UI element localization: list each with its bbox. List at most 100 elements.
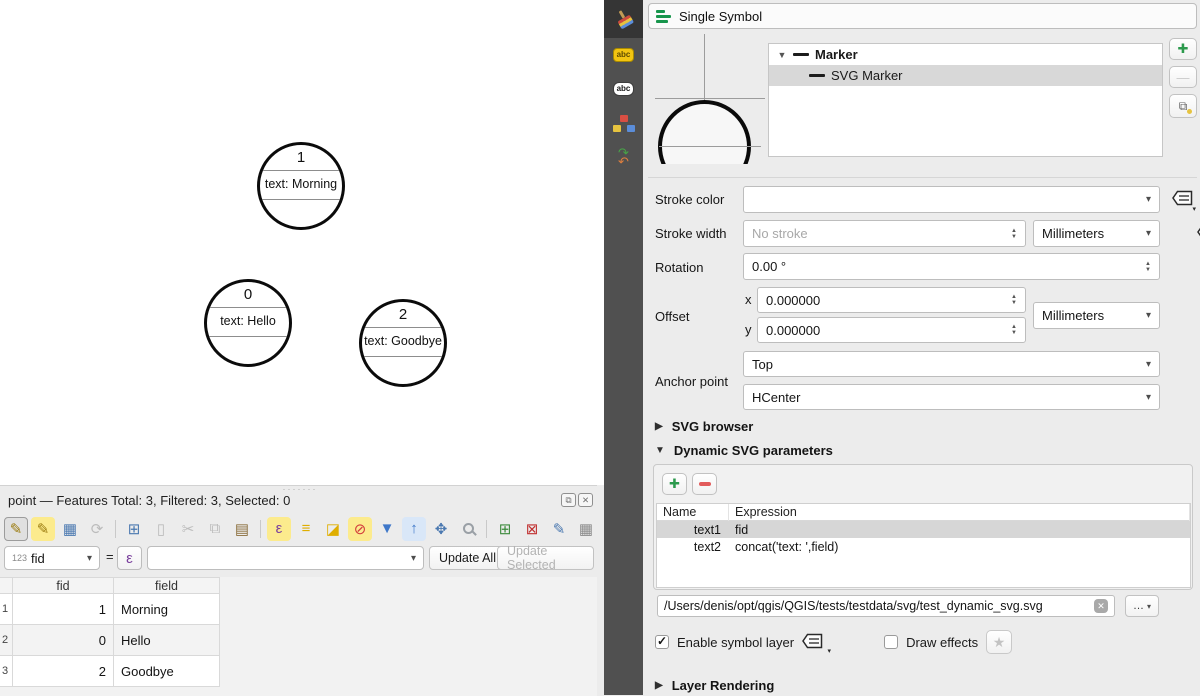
- map-canvas[interactable]: 1 text: Morning 0 text: Hello 2 text: Go…: [0, 0, 604, 485]
- anchor-horizontal-combo[interactable]: HCenter ▾: [743, 384, 1160, 410]
- browse-file-button[interactable]: … ▾: [1125, 595, 1159, 617]
- select-all-icon[interactable]: ≡: [294, 517, 318, 541]
- toolbar-separator: [115, 519, 116, 538]
- stroke-width-spinbox[interactable]: No stroke ▲ ▼: [743, 220, 1026, 247]
- update-selected-button: Update Selected: [497, 544, 594, 572]
- symbol-anchor-preview: [655, 34, 765, 164]
- delete-field-icon[interactable]: ⊠: [520, 517, 544, 541]
- duplicate-symbol-layer-button[interactable]: ⧉: [1169, 94, 1197, 118]
- undock-panel-icon[interactable]: ⧉: [561, 493, 576, 507]
- parameter-row[interactable]: text2 concat('text: ',field): [657, 538, 1190, 555]
- table-cell-field[interactable]: Morning: [114, 594, 220, 625]
- tree-item-svg-marker[interactable]: SVG Marker: [769, 65, 1162, 86]
- select-by-expression-icon[interactable]: ε: [267, 516, 291, 541]
- save-edits-icon[interactable]: ▦: [58, 517, 82, 541]
- offset-y-label: y: [745, 322, 752, 337]
- equals-label: =: [106, 549, 114, 564]
- expression-builder-button[interactable]: ε: [117, 546, 142, 570]
- tree-item-marker[interactable]: ▼ Marker: [769, 44, 1162, 65]
- parameter-row[interactable]: text1 fid: [657, 521, 1190, 538]
- add-feature-icon[interactable]: ⊞: [122, 517, 146, 541]
- layer-labels-tab[interactable]: abc: [604, 38, 643, 72]
- spinner-arrows-icon[interactable]: ▲ ▼: [1011, 228, 1017, 240]
- table-cell-field[interactable]: Hello: [114, 625, 220, 656]
- field-select-combo[interactable]: 123 fid ▾: [4, 546, 100, 570]
- data-defined-override-enable-layer[interactable]: [802, 633, 831, 655]
- row-number[interactable]: 1: [0, 594, 13, 625]
- table-cell-fid[interactable]: 2: [13, 656, 114, 687]
- dynamic-svg-parameters-section[interactable]: ▼ Dynamic SVG parameters: [655, 443, 833, 458]
- filter-form-icon[interactable]: ▼: [375, 517, 399, 541]
- paste-icon[interactable]: ▤: [230, 517, 254, 541]
- layer-symbology-tab[interactable]: [604, 0, 643, 38]
- add-symbol-layer-button[interactable]: ✚: [1169, 38, 1197, 60]
- zoom-to-selection-icon[interactable]: [456, 517, 480, 541]
- marker-fid-text: 1: [296, 149, 306, 166]
- chevron-right-icon: ▶: [655, 421, 663, 432]
- marker-text: text: Morning: [264, 177, 338, 191]
- rotation-label: Rotation: [655, 260, 704, 275]
- qgis-window: 1 text: Morning 0 text: Hello 2 text: Go…: [0, 0, 1200, 696]
- refresh-icon[interactable]: ⟳: [85, 517, 109, 541]
- svg-browser-section[interactable]: ▶ SVG browser: [655, 419, 753, 434]
- table-cell-field[interactable]: Goodbye: [114, 656, 220, 687]
- table-cell-fid[interactable]: 0: [13, 625, 114, 656]
- map-feature-marker: 0 text: Hello: [204, 279, 292, 367]
- new-field-icon[interactable]: ⊞: [493, 517, 517, 541]
- effects-options-button: ★: [986, 630, 1013, 654]
- enable-symbol-layer-checkbox[interactable]: [655, 634, 669, 649]
- rotation-spinbox[interactable]: 0.00 ° ▲ ▼: [743, 253, 1160, 280]
- update-all-button[interactable]: Update All: [429, 546, 506, 570]
- layer-callouts-tab[interactable]: abc: [604, 72, 643, 106]
- attribute-table-panel: point — Features Total: 3, Filtered: 3, …: [0, 485, 617, 696]
- add-parameter-button[interactable]: ✚: [662, 473, 687, 495]
- delete-selected-icon[interactable]: ▯: [149, 517, 173, 541]
- table-cell-fid[interactable]: 1: [13, 594, 114, 625]
- offset-unit-combo[interactable]: Millimeters ▾: [1033, 302, 1160, 329]
- spinner-arrows-icon[interactable]: ▲ ▼: [1145, 261, 1151, 273]
- offset-y-spinbox[interactable]: 0.000000 ▲ ▼: [757, 317, 1026, 343]
- spinner-arrows-icon[interactable]: ▲ ▼: [1011, 294, 1017, 306]
- invert-selection-icon[interactable]: ◪: [321, 517, 345, 541]
- close-panel-icon[interactable]: ✕: [578, 493, 593, 507]
- stroke-width-unit-combo[interactable]: Millimeters ▾: [1033, 220, 1160, 247]
- anchor-vertical-combo[interactable]: Top ▾: [743, 351, 1160, 377]
- clear-text-icon[interactable]: ✕: [1094, 599, 1108, 613]
- toggle-editing-icon[interactable]: ✎: [4, 516, 28, 541]
- move-selection-top-icon[interactable]: ↑: [402, 516, 426, 541]
- expression-input[interactable]: ▾: [147, 546, 424, 570]
- offset-x-spinbox[interactable]: 0.000000 ▲ ▼: [757, 287, 1026, 313]
- preview-chord: [659, 146, 761, 147]
- copy-icon[interactable]: ⧉: [203, 517, 227, 541]
- multiedit-icon[interactable]: ✎: [31, 516, 55, 541]
- stroke-width-label: Stroke width: [655, 226, 727, 241]
- stroke-color-combo[interactable]: ▾: [743, 186, 1160, 213]
- toolbar-separator: [260, 519, 261, 538]
- marker-divider: [260, 199, 342, 200]
- marker-text: text: Goodbye: [364, 334, 442, 348]
- field-select-value: fid: [31, 550, 45, 566]
- chevron-down-icon: ▾: [86, 552, 92, 564]
- offset-label: Offset: [655, 309, 690, 324]
- layer-diagram-tab[interactable]: [604, 106, 643, 140]
- conditional-formatting-icon[interactable]: ▦: [574, 517, 598, 541]
- remove-parameter-button[interactable]: [692, 473, 717, 495]
- layer-history-tab[interactable]: [604, 140, 643, 174]
- column-header-field[interactable]: field: [114, 577, 220, 594]
- column-header-fid[interactable]: fid: [13, 577, 114, 594]
- renderer-combo[interactable]: Single Symbol: [648, 3, 1197, 29]
- cut-icon[interactable]: ✂: [176, 517, 200, 541]
- spinner-arrows-icon[interactable]: ▲ ▼: [1011, 324, 1017, 336]
- deselect-all-icon[interactable]: ⊘: [348, 516, 372, 541]
- svg-file-path-input[interactable]: /Users/denis/opt/qgis/QGIS/tests/testdat…: [657, 595, 1115, 617]
- crosshair-horizontal: [655, 98, 765, 99]
- row-number[interactable]: 2: [0, 625, 13, 656]
- pan-to-selection-icon[interactable]: ✥: [429, 517, 453, 541]
- marker-line-icon: [809, 74, 825, 77]
- row-number[interactable]: 3: [0, 656, 13, 687]
- data-defined-override-stroke-width[interactable]: [1196, 227, 1200, 243]
- data-defined-override-stroke-color[interactable]: [1172, 190, 1193, 209]
- edit-field-icon[interactable]: ✎: [547, 517, 571, 541]
- draw-effects-checkbox[interactable]: [884, 635, 899, 649]
- layer-rendering-section[interactable]: ▶ Layer Rendering: [655, 678, 774, 693]
